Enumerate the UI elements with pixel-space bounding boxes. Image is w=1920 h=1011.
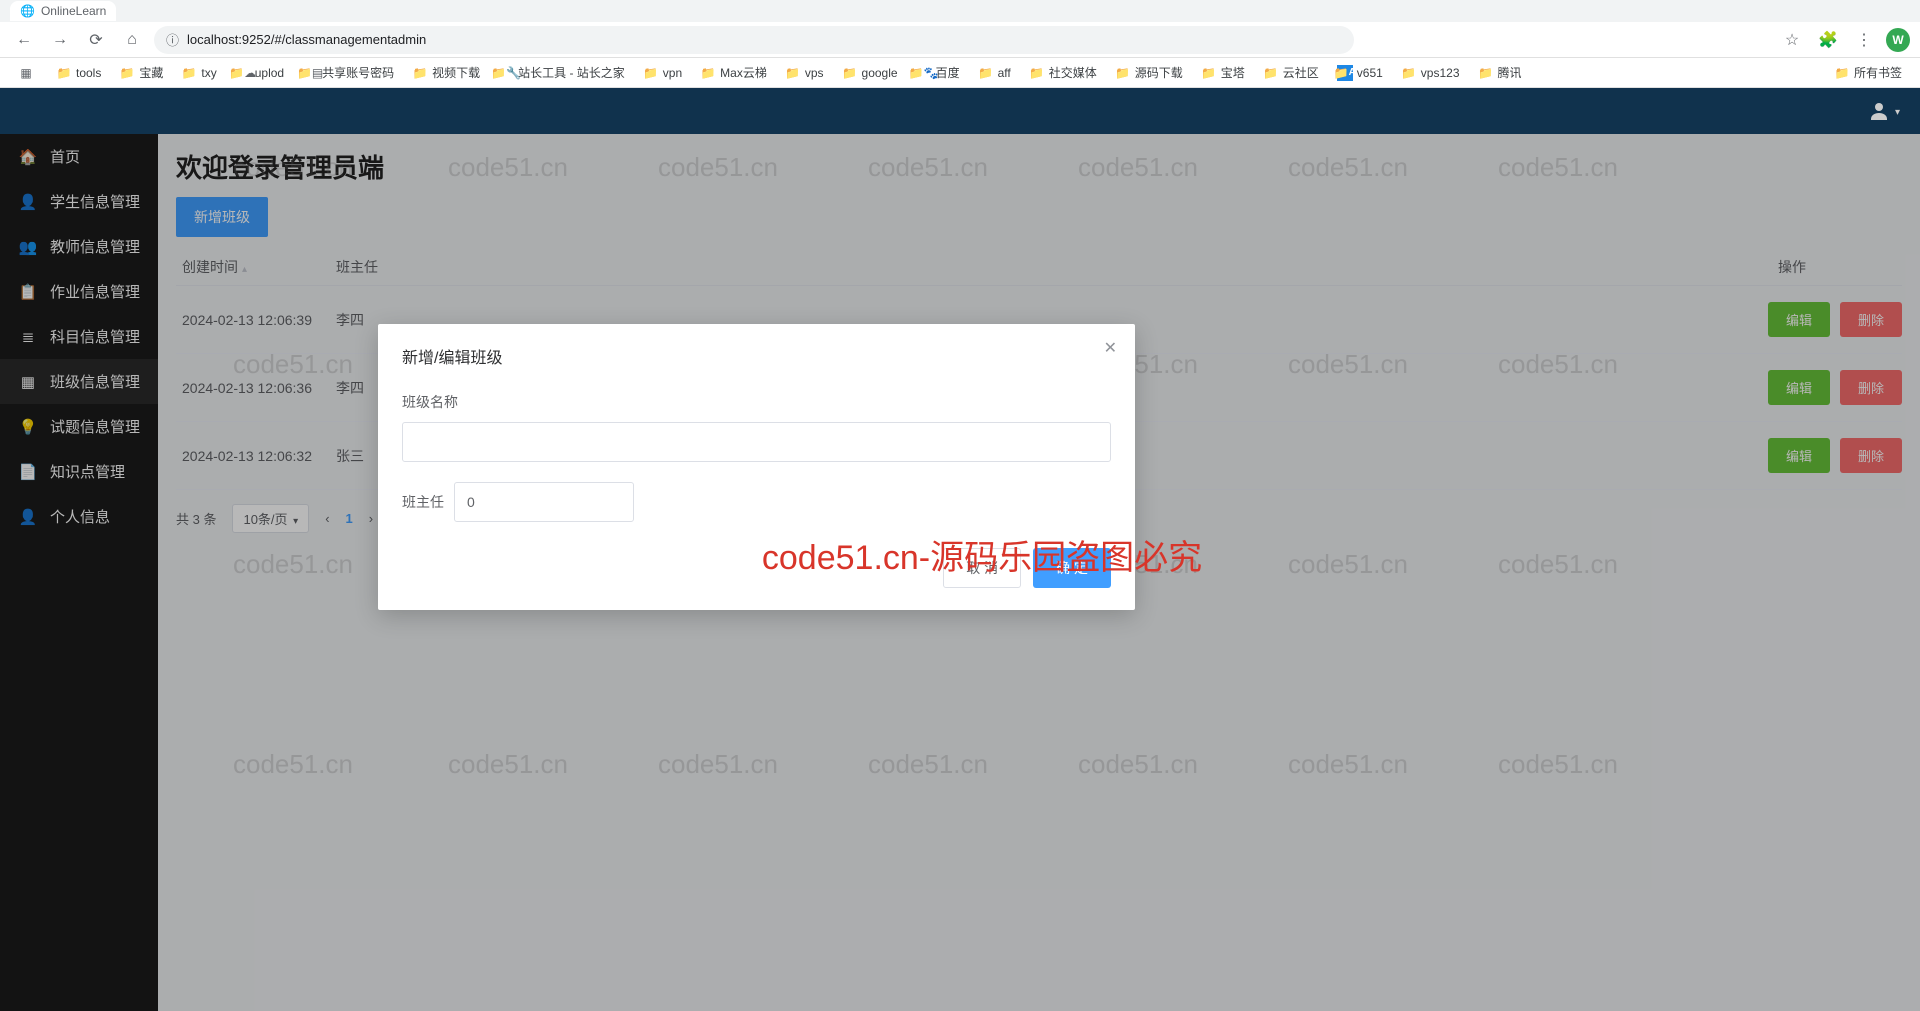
bookmark-label: aff [998,66,1011,80]
folder-icon [56,65,72,81]
bookmark-label: 腾讯 [1498,64,1522,81]
bookmark-item[interactable]: aff [972,63,1017,83]
cloud-icon: ☁ [235,65,251,81]
bookmark-star-icon[interactable]: ☆ [1778,26,1806,54]
dialog-title: 新增/编辑班级 [402,344,1111,368]
folder-icon [1263,65,1279,81]
bookmark-item[interactable]: txy [175,63,222,83]
url-bar[interactable]: ⓘ localhost:9252/#/classmanagementadmin [154,26,1354,54]
url-text: localhost:9252/#/classmanagementadmin [187,32,426,47]
folder-icon [1115,65,1131,81]
folder-icon [700,65,716,81]
teacher-label: 班主任 [402,482,444,522]
caret-down-icon [1893,102,1900,120]
bookmark-label: v651 [1357,66,1383,80]
folder-icon [1834,65,1850,81]
grid-icon [18,65,34,81]
back-button[interactable]: ← [10,26,38,54]
folder-icon [181,65,197,81]
bookmark-label: 共享账号密码 [322,64,394,81]
folder-icon [643,65,659,81]
bookmark-item[interactable]: 宝藏 [113,62,169,83]
bookmark-label: Max云梯 [720,64,767,81]
bookmark-label: google [862,66,898,80]
bookmark-label: vpn [663,66,682,80]
folder-icon [119,65,135,81]
browser-toolbar: ← → ⟳ ⌂ ⓘ localhost:9252/#/classmanageme… [0,22,1920,58]
tab-title: OnlineLearn [41,4,106,18]
bookmark-item[interactable] [12,63,44,83]
bookmark-label: 宝塔 [1221,64,1245,81]
class-name-label: 班级名称 [402,392,1111,412]
bookmark-item[interactable]: 云社区 [1257,62,1325,83]
bookmark-label: 百度 [936,64,960,81]
browser-tab-strip: 🌐 OnlineLearn [0,0,1920,22]
bookmark-label: 云社区 [1283,64,1319,81]
paw-icon: 🐾 [916,65,932,81]
bookmark-item[interactable]: google [836,63,904,83]
bookmark-label: 社交媒体 [1049,64,1097,81]
folder-icon [1478,65,1494,81]
forward-button[interactable]: → [46,26,74,54]
sheet-icon: ▤ [302,65,318,81]
user-icon [1867,99,1891,123]
bookmark-label: 所有书签 [1854,64,1902,81]
bookmark-item[interactable]: Av651 [1331,63,1389,83]
site-icon: 🔧 [498,65,514,81]
bookmark-label: vps [805,66,824,80]
bookmark-item[interactable]: 🐾百度 [910,62,966,83]
bookmark-item[interactable]: Max云梯 [694,62,773,83]
teacher-input[interactable] [454,482,634,522]
cancel-button[interactable]: 取 消 [943,548,1021,588]
bookmark-label: vps123 [1421,66,1460,80]
bookmark-label: txy [201,66,216,80]
bookmark-label: 宝藏 [139,64,163,81]
bookmark-item[interactable]: vps123 [1395,63,1466,83]
user-menu[interactable] [1867,99,1900,123]
add-edit-class-dialog: ✕ 新增/编辑班级 班级名称 班主任 取 消 确 定 [378,324,1135,610]
bookmark-label: tools [76,66,101,80]
bookmark-item[interactable]: 🔧站长工具 - 站长之家 [492,62,631,83]
bookmark-label: 源码下载 [1135,64,1183,81]
bookmark-item[interactable]: tools [50,63,107,83]
browser-tab[interactable]: 🌐 OnlineLearn [10,1,116,21]
folder-icon [978,65,994,81]
bookmark-item[interactable]: 视频下载 [406,62,486,83]
app-header [0,88,1920,134]
folder-icon [1201,65,1217,81]
menu-icon[interactable]: ⋮ [1850,26,1878,54]
class-name-input[interactable] [402,422,1111,462]
folder-icon [412,65,428,81]
folder-icon [785,65,801,81]
bookmarks-bar: tools 宝藏 txy ☁ uplod ▤共享账号密码 视频下载 🔧站长工具 - 站长之家 v… [0,58,1920,88]
folder-icon [842,65,858,81]
extensions-icon[interactable]: 🧩 [1814,26,1842,54]
bookmark-label: 站长工具 - 站长之家 [518,64,625,81]
tab-favicon: 🌐 [20,4,35,18]
bookmark-all[interactable]: 所有书签 [1828,62,1908,83]
folder-icon [1029,65,1045,81]
A-icon: A [1337,65,1353,81]
bookmark-label: 视频下载 [432,64,480,81]
profile-avatar[interactable]: W [1886,28,1910,52]
dialog-close-button[interactable]: ✕ [1104,338,1117,358]
folder-icon [1401,65,1417,81]
bookmark-item[interactable]: 宝塔 [1195,62,1251,83]
bookmark-item[interactable]: ☁ uplod [229,63,290,83]
bookmark-label: uplod [255,66,284,80]
bookmark-item[interactable]: 社交媒体 [1023,62,1103,83]
home-button[interactable]: ⌂ [118,26,146,54]
bookmark-item[interactable]: vps [779,63,830,83]
bookmark-item[interactable]: vpn [637,63,688,83]
site-info-icon[interactable]: ⓘ [166,30,179,49]
bookmark-item[interactable]: ▤共享账号密码 [296,62,400,83]
confirm-button[interactable]: 确 定 [1033,548,1111,588]
bookmark-item[interactable]: 源码下载 [1109,62,1189,83]
reload-button[interactable]: ⟳ [82,26,110,54]
bookmark-item[interactable]: 腾讯 [1472,62,1528,83]
